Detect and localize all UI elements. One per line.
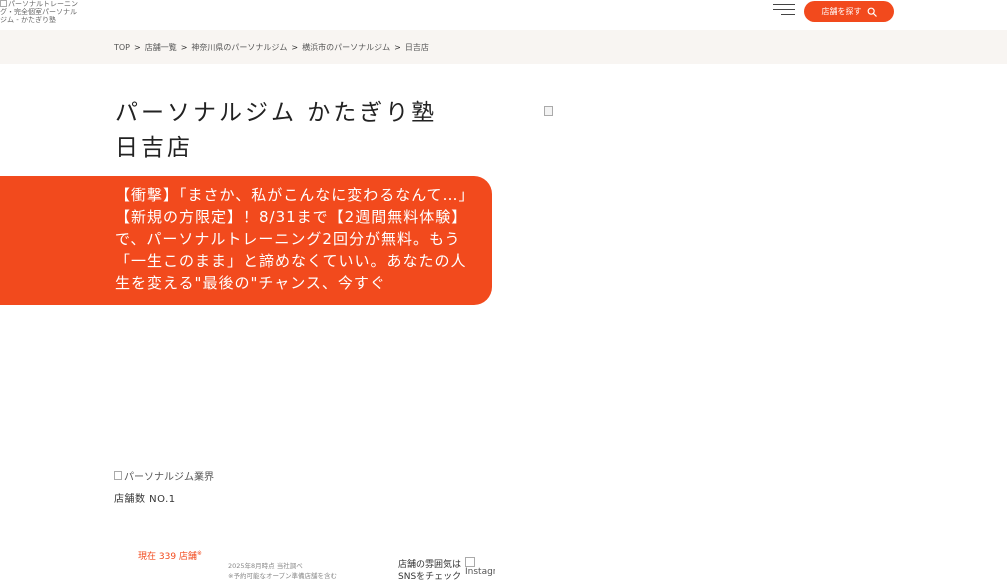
- page-title-line1: パーソナルジム かたぎり塾: [115, 100, 438, 126]
- instagram-alt: Instagram: [465, 567, 495, 577]
- store-count: 現在 339 店舗※: [138, 549, 202, 562]
- store-count-label: 現在 339 店舗: [138, 552, 197, 562]
- broken-image-icon: [114, 471, 122, 480]
- breadcrumb-current: 日吉店: [404, 42, 429, 52]
- store-count-mark: ※: [196, 550, 202, 557]
- chevron-right-icon: >: [394, 42, 401, 52]
- broken-image-icon: [465, 557, 475, 567]
- chevron-right-icon: >: [180, 42, 188, 52]
- page-title: パーソナルジム かたぎり塾 日吉店: [115, 96, 475, 166]
- sns-prompt: 店舗の雰囲気は SNSをチェック: [398, 559, 461, 583]
- ranking-image-alt: パーソナルジム業界: [124, 472, 214, 483]
- instagram-icon[interactable]: Instagram: [465, 557, 495, 588]
- broken-image-icon: [544, 106, 553, 116]
- campaign-banner[interactable]: 【衝撃】「まさか、私がこんなに変わるなんて…」【新規の方限定】！8/31まで【2…: [0, 176, 492, 305]
- store-hero-image: [544, 106, 554, 116]
- ranking-text: 店舗数 NO.1: [114, 494, 176, 505]
- chevron-right-icon: >: [291, 42, 299, 52]
- chevron-right-icon: >: [134, 42, 141, 52]
- sns-prompt-line2: SNSをチェック: [398, 572, 462, 582]
- hamburger-menu-icon[interactable]: [773, 3, 795, 17]
- search-store-label: 店舗を探す: [821, 7, 862, 16]
- page-title-line2: 日吉店: [115, 135, 193, 161]
- site-logo[interactable]: パーソナルトレーニング・完全個室パーソナルジム - かたぎり塾: [0, 0, 80, 28]
- campaign-text: 【衝撃】「まさか、私がこんなに変わるなんて…」【新規の方限定】！8/31まで【2…: [115, 186, 475, 292]
- breadcrumb: TOP > 店舗一覧 > 神奈川県のパーソナルジム > 横浜市のパーソナルジム …: [0, 30, 1007, 64]
- note-line2: ※予約可能なオープン準備店舗を含む: [228, 572, 338, 580]
- ranking-image: パーソナルジム業界: [114, 468, 214, 483]
- breadcrumb-kanagawa[interactable]: 神奈川県のパーソナルジム: [191, 42, 287, 53]
- breadcrumb-top[interactable]: TOP: [114, 43, 130, 52]
- logo-alt-text: パーソナルトレーニング・完全個室パーソナルジム - かたぎり塾: [0, 0, 78, 24]
- note-line1: 2025年8月時点 当社調べ: [228, 562, 303, 570]
- site-header: パーソナルトレーニング・完全個室パーソナルジム - かたぎり塾 店舗を探す: [0, 0, 1007, 30]
- broken-image-icon: [0, 0, 7, 7]
- search-icon: [867, 7, 877, 17]
- search-store-button[interactable]: 店舗を探す: [804, 1, 894, 22]
- store-count-note: 2025年8月時点 当社調べ ※予約可能なオープン準備店舗を含む: [228, 561, 337, 581]
- sns-prompt-line1: 店舗の雰囲気は: [398, 560, 462, 570]
- breadcrumb-yokohama[interactable]: 横浜市のパーソナルジム: [302, 42, 390, 53]
- breadcrumb-store-list[interactable]: 店舗一覧: [145, 42, 177, 53]
